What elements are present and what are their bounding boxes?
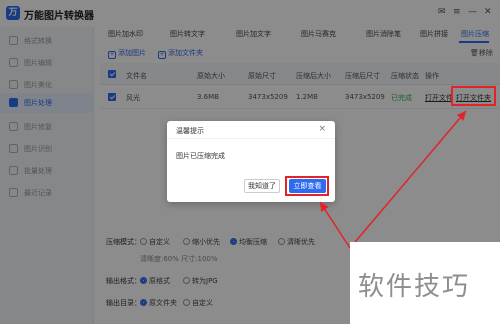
arrow-to-open-folder (349, 110, 467, 249)
arrow-to-view-now (319, 201, 351, 249)
watermark-text: 软件技巧 (358, 272, 471, 302)
